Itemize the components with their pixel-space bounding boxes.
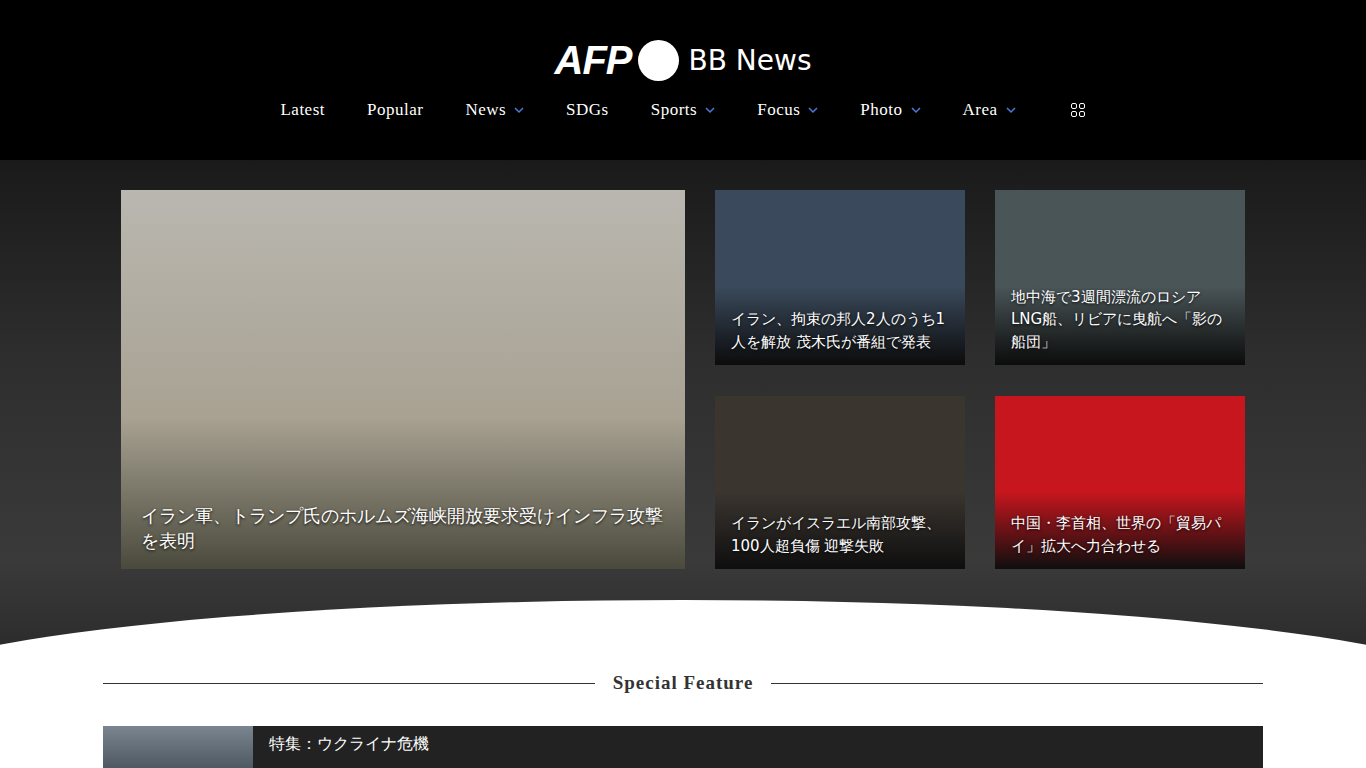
nav-item[interactable]: Focus xyxy=(757,100,818,120)
logo-sub: BB News xyxy=(689,44,812,77)
chevron-down-icon xyxy=(911,106,921,114)
headline-card[interactable]: 中国・李首相、世界の「貿易パイ」拡大へ力合わせる xyxy=(995,396,1245,569)
logo-brand: AFP xyxy=(555,38,632,83)
headline-caption: イラン軍、トランプ氏のホルムズ海峡開放要求受けインフラ攻撃を表明 xyxy=(121,504,685,569)
chevron-down-icon xyxy=(705,106,715,114)
chevron-down-icon xyxy=(514,106,524,114)
logo[interactable]: AFP BB News xyxy=(555,38,812,82)
headline-card[interactable]: イラン、拘束の邦人2人のうち1人を解放 茂木氏が番組で発表 xyxy=(715,190,965,365)
headline-caption: 中国・李首相、世界の「貿易パイ」拡大へ力合わせる xyxy=(995,512,1245,569)
headline-card[interactable]: 地中海で3週間漂流のロシアLNG船、リビアに曳航へ「影の船団」 xyxy=(995,190,1245,365)
nav-item[interactable]: Area xyxy=(963,100,1016,120)
section-heading: Special Feature xyxy=(103,672,1263,694)
headline-card[interactable]: イラン軍、トランプ氏のホルムズ海峡開放要求受けインフラ攻撃を表明 xyxy=(121,190,685,569)
main-nav: Latest Popular News SDGs Sports Focus Ph… xyxy=(280,100,1085,120)
nav-item[interactable]: Photo xyxy=(860,100,920,120)
hero: イラン軍、トランプ氏のホルムズ海峡開放要求受けインフラ攻撃を表明 イラン、拘束の… xyxy=(0,160,1366,660)
feature-item[interactable]: 特集：ウクライナ危機 xyxy=(103,726,1263,768)
nav-item[interactable]: Popular xyxy=(367,100,423,120)
headline-caption: イラン、拘束の邦人2人のうち1人を解放 茂木氏が番組で発表 xyxy=(715,308,965,365)
special-feature: Special Feature 特集：ウクライナ危機 xyxy=(103,660,1263,768)
headline-caption: イランがイスラエル南部攻撃、100人超負傷 迎撃失敗 xyxy=(715,512,965,569)
chevron-down-icon xyxy=(1006,106,1016,114)
grid-menu-icon[interactable] xyxy=(1070,102,1086,118)
site-header: AFP BB News Latest Popular News SDGs Spo… xyxy=(0,0,1366,160)
nav-item[interactable]: News xyxy=(465,100,524,120)
nav-item[interactable]: Sports xyxy=(651,100,715,120)
chevron-down-icon xyxy=(808,106,818,114)
nav-item[interactable]: SDGs xyxy=(566,100,609,120)
nav-item[interactable]: Latest xyxy=(280,100,325,120)
headline-card[interactable]: イランがイスラエル南部攻撃、100人超負傷 迎撃失敗 xyxy=(715,396,965,569)
logo-dot-icon xyxy=(638,40,679,81)
headline-caption: 地中海で3週間漂流のロシアLNG船、リビアに曳航へ「影の船団」 xyxy=(995,286,1245,366)
feature-thumbnail xyxy=(103,726,253,768)
